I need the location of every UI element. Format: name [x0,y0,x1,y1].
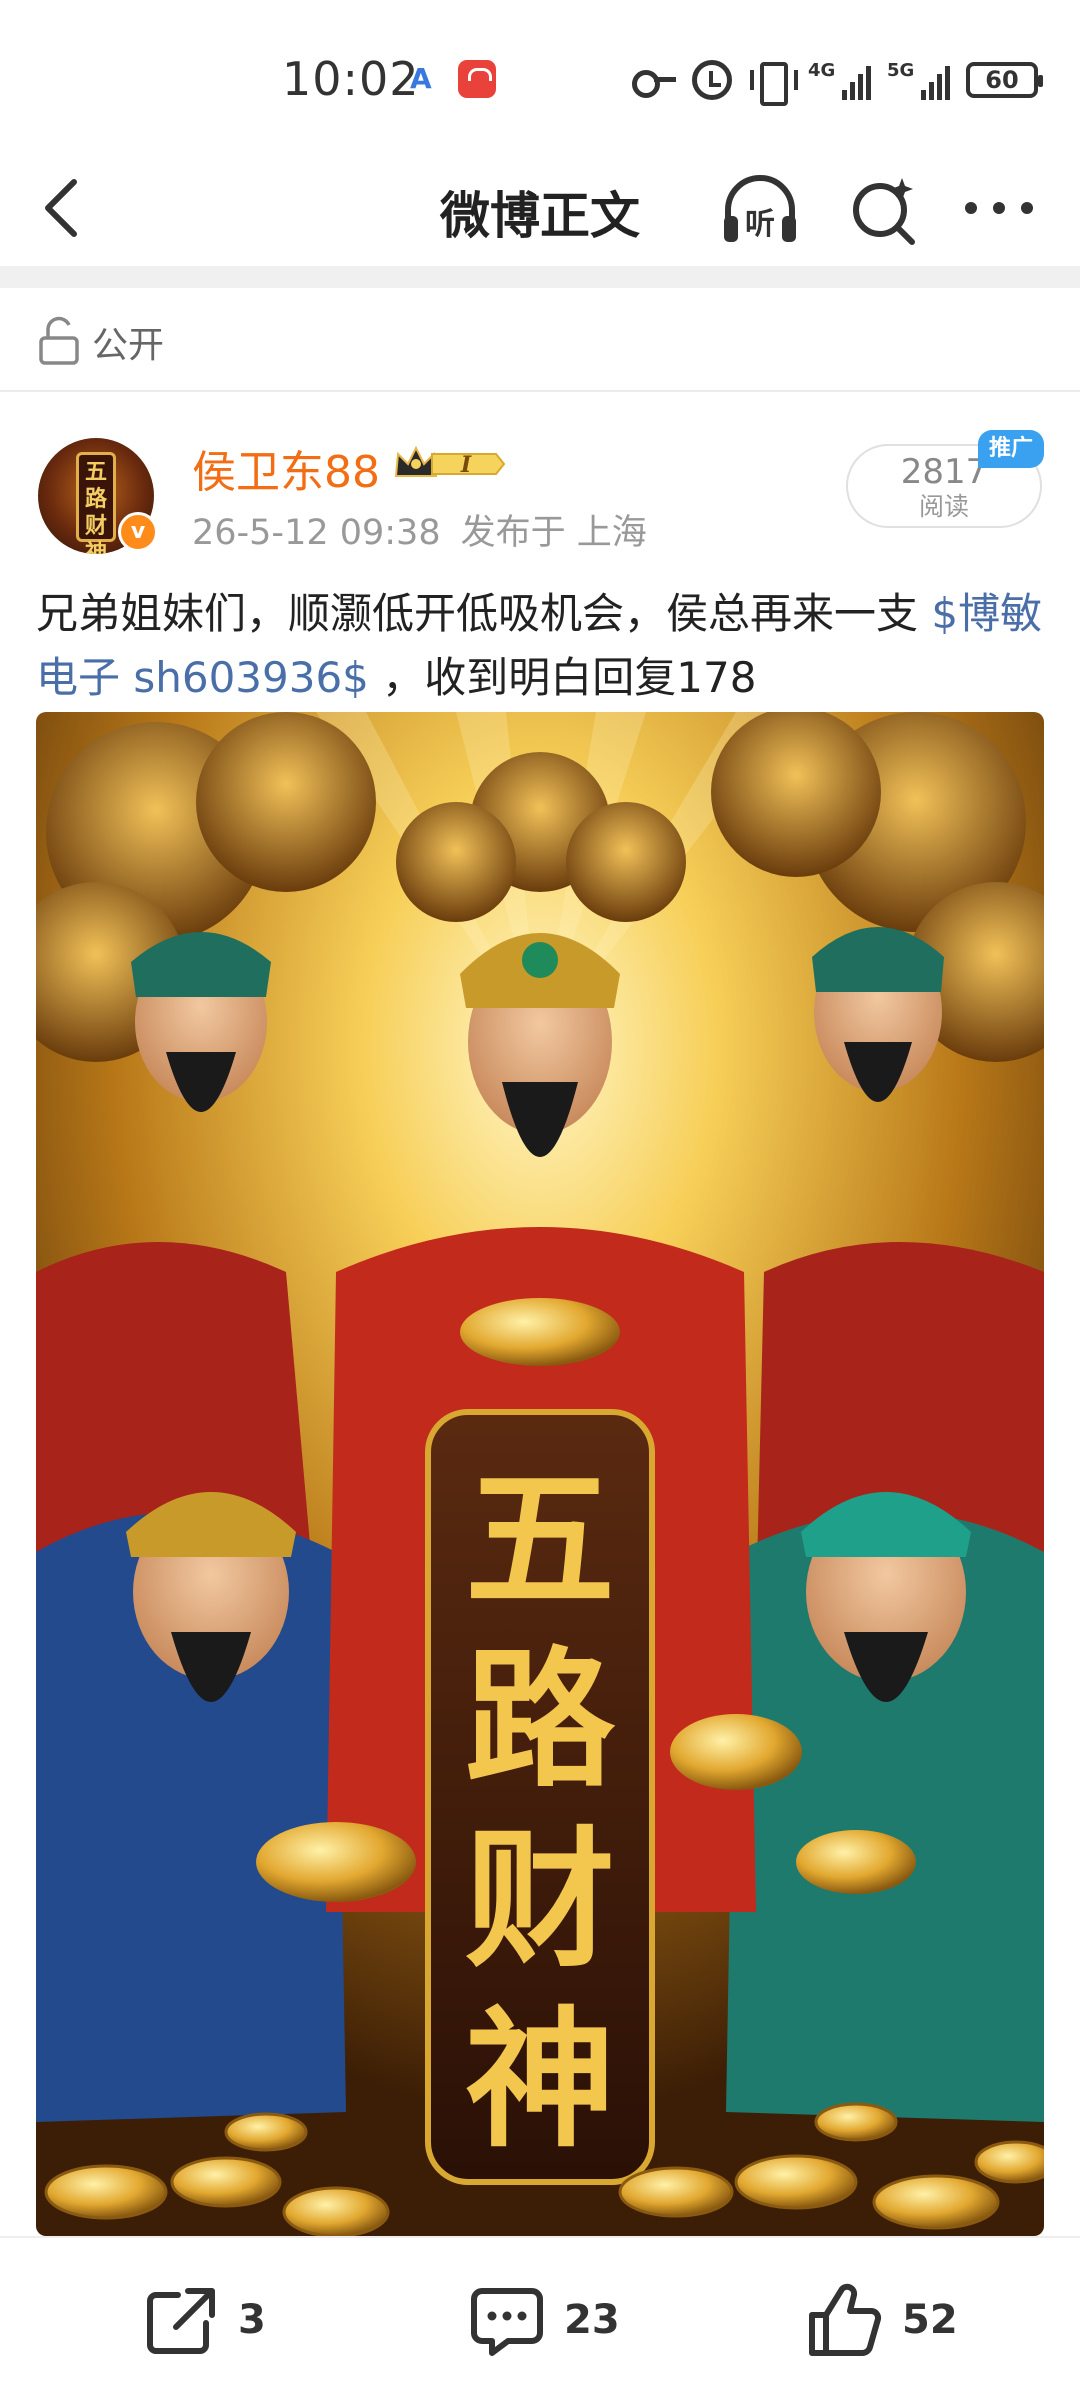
top-nav-bar: 微博正文 听 [0,150,1080,268]
unlock-icon [39,316,79,365]
like-button[interactable]: 52 [806,2280,958,2360]
status-icons: 4G 5G 60 [632,58,1043,106]
comment-count: 23 [564,2297,620,2343]
share-icon [147,2288,215,2354]
post-meta: 26-5-12 09:38 发布于 上海 [192,504,647,555]
like-count: 52 [902,2297,958,2343]
image-char-3: 财 [465,1812,615,1988]
image-char-4: 神 [465,1992,615,2168]
post-time: 26-5-12 09:38 [192,513,441,553]
vip-crown-badge-icon[interactable]: I [392,442,506,486]
key-icon [632,65,676,98]
post-location: 发布于 上海 [460,513,647,553]
battery-icon: 60 [966,62,1043,98]
post-text-intro: 兄弟姐妹们，顺灏低开低吸机会，侯总再来一支 [36,589,919,638]
status-bar: 10:02 A 4G 5G 60 [0,0,1080,150]
svg-text:听: 听 [745,207,775,242]
bottom-action-bar: 3 23 52 [0,2236,1080,2400]
author-name[interactable]: 侯卫东88 [192,436,380,500]
share-count: 3 [238,2297,266,2343]
accessibility-icon: A [410,62,432,95]
signal-4g-icon: 4G [808,60,871,100]
post-text-outro: ，收到明白回复178 [368,653,757,702]
share-button[interactable]: 3 [142,2280,266,2360]
verified-badge-icon: v [118,512,158,552]
listen-headphones-icon[interactable]: 听 [718,170,802,250]
search-icon[interactable] [846,170,922,250]
section-divider [0,266,1080,288]
vibrate-icon [748,60,798,106]
status-time: 10:02 [282,52,420,106]
vip-level: I [460,452,472,478]
visibility-row: 公开 [0,288,1080,392]
image-char-1: 五 [465,1452,615,1628]
post-text: 兄弟姐妹们，顺灏低开低吸机会，侯总再来一支 $博敏电子 sh603936$ ，收… [36,582,1046,710]
app-notification-icon [458,60,496,98]
post-image[interactable]: 五 路 财 神 [36,712,1044,2236]
network-label-4g: 4G [808,60,836,81]
promo-badge[interactable]: 推广 [978,430,1044,468]
comment-button[interactable]: 23 [468,2280,620,2360]
alarm-icon [692,60,732,100]
more-icon[interactable] [962,188,1036,228]
avatar-plaque: 五路财神 [76,452,116,554]
visibility-label: 公开 [92,325,165,366]
network-label-5g: 5G [887,60,915,81]
image-char-2: 路 [465,1632,616,1808]
reads-label: 阅读 [918,492,969,521]
comment-icon [471,2288,543,2356]
signal-5g-icon: 5G [887,60,950,100]
thumbs-up-icon [809,2283,882,2356]
